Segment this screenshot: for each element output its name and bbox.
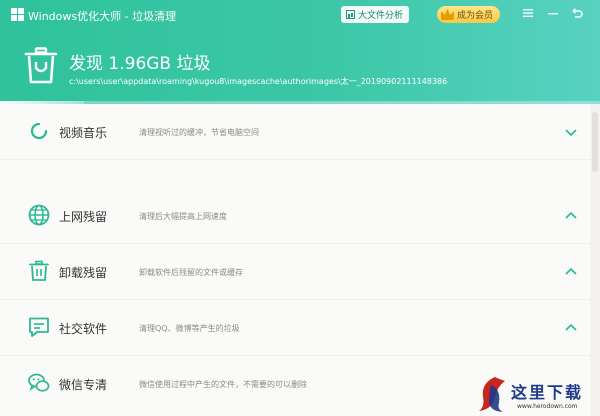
watermark-text: 这里下载 [511,383,584,402]
window-title: Windows优化大师 - 垃圾清理 [28,10,177,23]
category-name: 微信专清 [59,378,108,392]
category-description: 卸载软件后残留的文件或缓存 [139,268,243,277]
category-description: 清理QQ、微博等产生的垃圾 [139,324,240,333]
category-uninstall-residue[interactable]: 卸载残留 卸载软件后残留的文件或缓存 [0,244,590,300]
list-scrollbar[interactable] [590,104,600,416]
chart-icon [346,10,355,19]
chevron-down-icon[interactable] [564,125,578,139]
category-name: 社交软件 [59,322,108,336]
chevron-up-icon[interactable] [564,321,578,335]
large-file-analysis-label: 大文件分析 [358,11,404,21]
category-name: 卸载残留 [59,266,108,280]
wechat-icon [28,373,50,392]
header: Windows优化大师 - 垃圾清理 大文件分析 成为会员 发现 1.96GB … [0,0,600,104]
site-watermark: 这里下载 www.herodown.com [471,373,600,416]
windows-logo-icon [11,8,24,21]
chevron-up-icon[interactable] [564,265,578,279]
watermark-logo-icon [479,377,505,412]
category-web-residue[interactable]: 上网残留 清理后大幅提高上网速度 [0,188,590,244]
category-video-music[interactable]: 视频音乐 清理视听过的缓冲，节省电脑空间 [0,104,590,160]
scrollbar-thumb[interactable] [592,112,598,172]
category-name: 视频音乐 [59,126,108,140]
minimize-icon[interactable] [546,7,560,21]
loading-spinner-icon [30,122,48,140]
app-window: Windows优化大师 - 垃圾清理 大文件分析 成为会员 发现 1.96GB … [0,0,600,416]
large-file-analysis-button[interactable]: 大文件分析 [341,6,410,23]
trash-large-icon [24,47,58,84]
category-description: 微信使用过程中产生的文件，不需要的可以删除 [139,380,307,389]
back-icon[interactable] [570,7,584,21]
become-member-label: 成为会员 [457,11,494,21]
chat-icon [29,317,49,337]
category-description: 清理视听过的缓冲，节省电脑空间 [139,128,259,137]
category-description: 清理后大幅提高上网速度 [139,212,227,221]
menu-icon[interactable] [521,7,535,21]
cleanup-category-list: 视频音乐 清理视听过的缓冲，节省电脑空间 上网残留 清理后大幅提高上网速度 卸载… [0,104,600,416]
scan-current-path: c:\users\user\appdata\roaming\kugou8\ima… [69,77,448,86]
become-member-button[interactable]: 成为会员 [437,6,501,23]
title-bar: Windows优化大师 - 垃圾清理 大文件分析 成为会员 [0,0,600,30]
chevron-up-icon[interactable] [564,209,578,223]
globe-icon [28,204,50,226]
category-social-software[interactable]: 社交软件 清理QQ、微博等产生的垃圾 [0,300,590,356]
crown-icon [441,9,454,20]
watermark-url: www.herodown.com [517,403,578,410]
trash-icon [29,260,49,281]
category-name: 上网残留 [59,210,108,224]
scan-result-title: 发现 1.96GB 垃圾 [69,54,211,74]
